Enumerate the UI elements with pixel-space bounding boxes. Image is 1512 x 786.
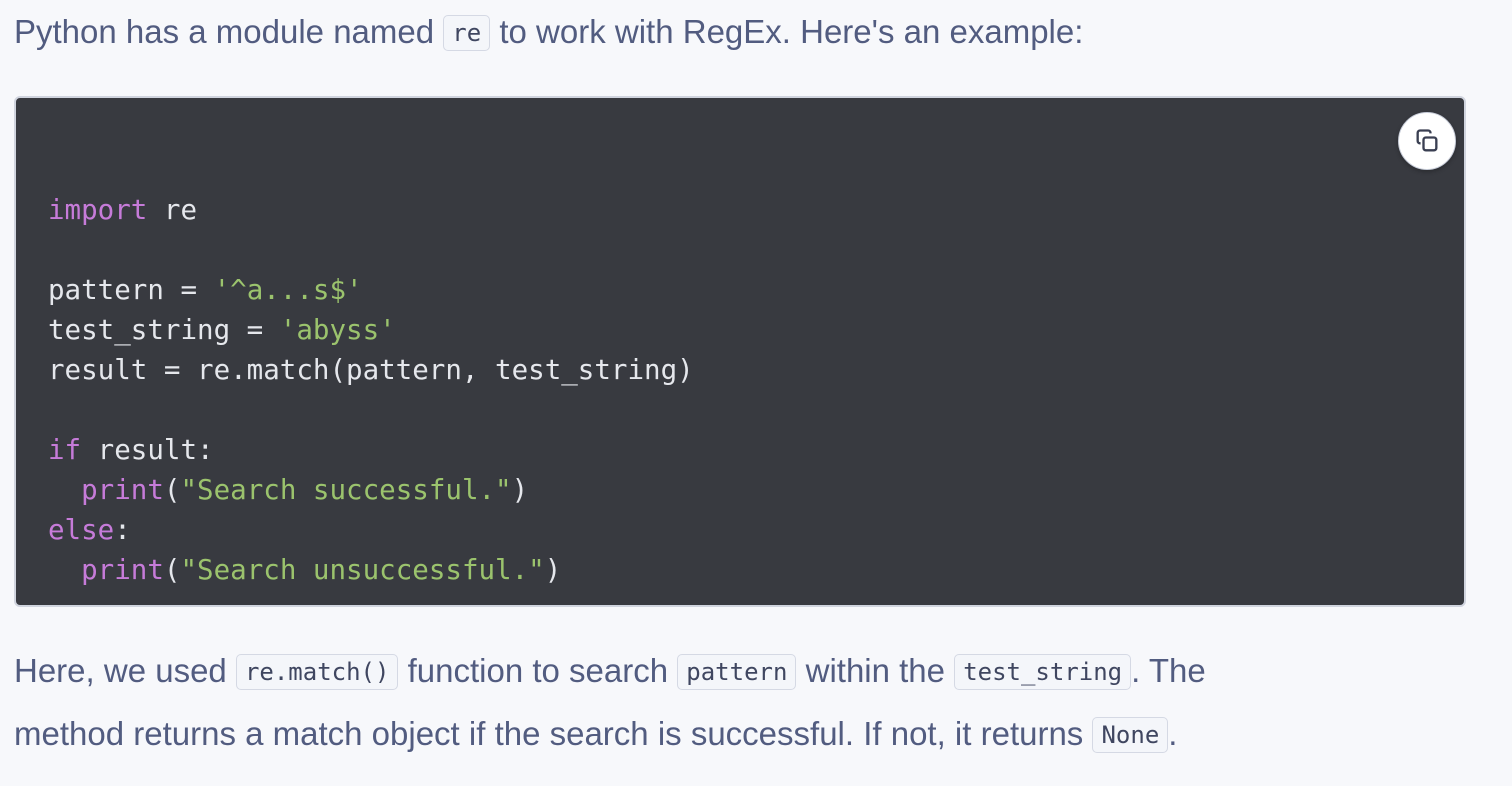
code-block: import re pattern = '^a...s$' test_string … xyxy=(14,96,1466,607)
code-string: 'abyss' xyxy=(279,314,396,346)
inline-code-re: re xyxy=(443,15,491,51)
copy-code-button[interactable] xyxy=(1398,112,1456,170)
explanation-text: function to search xyxy=(398,652,678,689)
code-token: ( xyxy=(163,554,181,586)
intro-paragraph: Python has a module named re to work wit… xyxy=(14,2,1083,65)
copy-icon xyxy=(1416,129,1438,152)
code-line: print("Search successful.") xyxy=(48,470,694,510)
code-string: "Search successful." xyxy=(180,474,512,506)
code-content: import re pattern = '^a...s$' test_string … xyxy=(48,150,694,590)
code-keyword: print xyxy=(81,474,164,506)
code-line: if result: xyxy=(48,430,694,470)
code-keyword: import xyxy=(48,194,148,226)
intro-text-before: Python has a module named xyxy=(14,13,444,50)
code-line: result = re.match(pattern, test_string) xyxy=(48,350,694,390)
code-token: : xyxy=(114,514,131,546)
inline-code-test-string: test_string xyxy=(954,654,1132,690)
code-token: pattern = xyxy=(48,274,214,306)
inline-code-none: None xyxy=(1092,717,1169,753)
intro-text-after: to work with RegEx. Here's an example: xyxy=(490,13,1084,50)
code-line: test_string = 'abyss' xyxy=(48,310,694,350)
inline-code-re-match: re.match() xyxy=(235,654,399,690)
code-line: import re xyxy=(48,190,694,230)
explanation-text: Here, we used xyxy=(14,652,236,689)
code-token: re xyxy=(147,194,198,226)
code-token: result = re.match(pattern, test_string) xyxy=(48,354,694,386)
code-line: else: xyxy=(48,510,694,550)
code-token: test_string = xyxy=(48,314,280,346)
code-line: pattern = '^a...s$' xyxy=(48,270,694,310)
code-token: ) xyxy=(511,474,529,506)
code-token: ) xyxy=(544,554,562,586)
explanation-text: within the xyxy=(796,652,955,689)
explanation-paragraph: Here, we used re.match() function to sea… xyxy=(14,641,1206,767)
code-token: ( xyxy=(163,474,181,506)
explanation-text: . xyxy=(1168,715,1178,752)
explanation-text: . The xyxy=(1131,652,1206,689)
code-keyword: else xyxy=(48,514,115,546)
code-token: result: xyxy=(81,434,214,466)
code-keyword: print xyxy=(81,554,164,586)
code-keyword: if xyxy=(48,434,82,466)
explanation-text: method returns a match object if the sea… xyxy=(14,715,1093,752)
code-line: print("Search unsuccessful.") xyxy=(48,550,694,590)
code-string: '^a...s$' xyxy=(213,274,363,306)
code-string: "Search unsuccessful." xyxy=(180,554,545,586)
inline-code-pattern: pattern xyxy=(677,654,797,690)
